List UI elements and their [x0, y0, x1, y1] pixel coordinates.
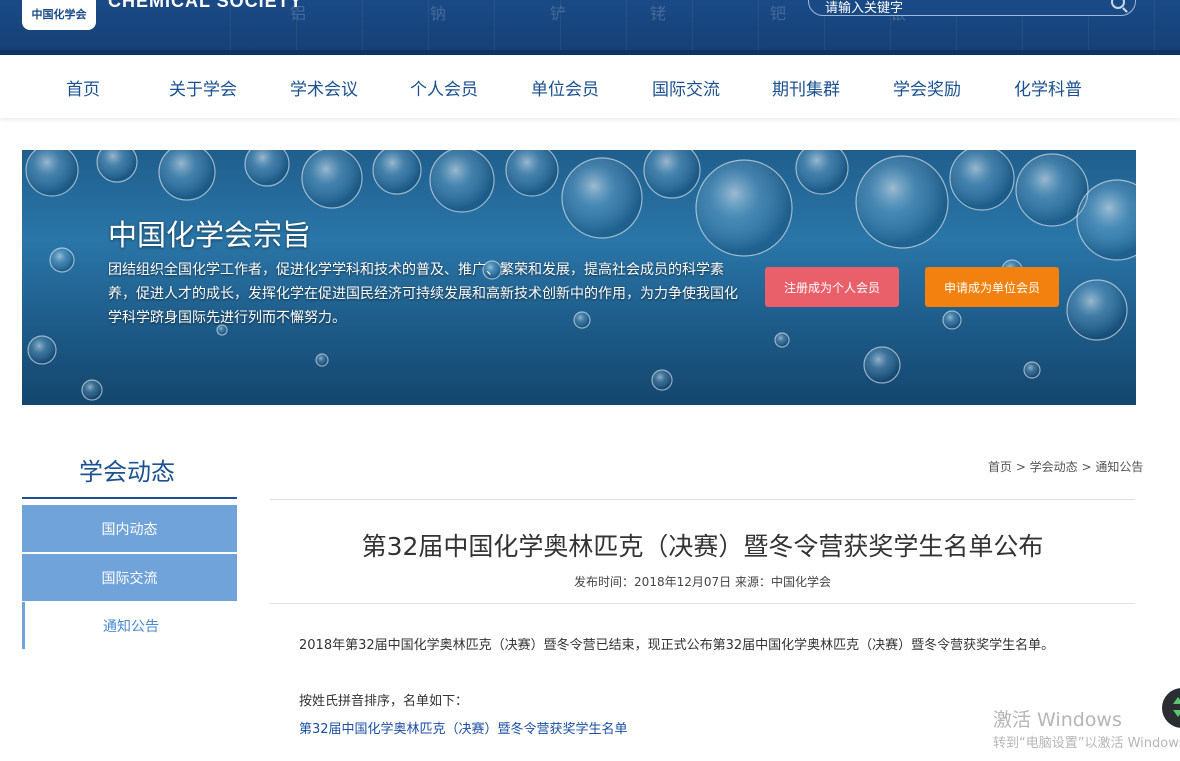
nav-item-conferences[interactable]: 学术会议 — [290, 75, 358, 100]
windows-activation-hint: 转到“电脑设置”以激活 Windows。 — [993, 736, 1180, 751]
search-input[interactable]: 请输入关键字 — [825, 0, 903, 16]
sidebar-item-domestic[interactable]: 国内动态 — [22, 505, 237, 552]
banner-title: 中国化学会宗旨 — [108, 218, 312, 252]
main-nav: 首页 关于学会 学术会议 个人会员 单位会员 国际交流 期刊集群 学会奖励 化学… — [0, 55, 1180, 118]
sidebar-item-international[interactable]: 国际交流 — [22, 554, 237, 601]
sidebar-divider — [22, 497, 237, 499]
nav-item-personal-members[interactable]: 个人会员 — [410, 75, 478, 100]
search-box[interactable]: 请输入关键字 — [808, 0, 1136, 16]
apply-unit-member-button[interactable]: 申请成为单位会员 — [925, 267, 1059, 307]
header-glyph: 钯 — [770, 4, 787, 23]
sidebar-title: 学会动态 — [79, 458, 175, 486]
header-glyph: 铑 — [650, 4, 667, 23]
nav-item-unit-members[interactable]: 单位会员 — [531, 75, 599, 100]
breadcrumb[interactable]: 首页 > 学会动态 > 通知公告 — [988, 458, 1143, 475]
register-personal-member-button[interactable]: 注册成为个人会员 — [765, 267, 899, 307]
header-glyph: 钠 — [430, 4, 447, 23]
header-glyph: 铲 — [550, 4, 567, 23]
article-paragraph: 按姓氏拼音排序，名单如下： — [299, 694, 469, 709]
logo-en-label: CHEMICAL SOCIETY — [108, 0, 303, 10]
article-divider — [270, 603, 1135, 604]
site-logo[interactable]: 中国化学会 — [22, 0, 96, 30]
scroll-arrows-icon[interactable] — [1162, 688, 1180, 728]
article-paragraph: 2018年第32届中国化学奥林匹克（决赛）暨冬令营已结束，现正式公布第32届中国… — [299, 638, 1055, 653]
logo-cn-text: 中国化学会 — [31, 8, 87, 21]
nav-item-international[interactable]: 国际交流 — [652, 75, 720, 100]
sidebar-item-notices[interactable]: 通知公告 — [22, 602, 237, 649]
article-title: 第32届中国化学奥林匹克（决赛）暨冬令营获奖学生名单公布 — [361, 532, 1044, 561]
search-icon[interactable] — [1111, 0, 1125, 9]
nav-item-home[interactable]: 首页 — [66, 75, 100, 100]
banner-description: 团结组织全国化学工作者，促进化学学科和技术的普及、推广、繁荣和发展，提高社会成员… — [108, 262, 738, 326]
winners-list-link[interactable]: 第32届中国化学奥林匹克（决赛）暨冬令营获奖学生名单 — [299, 718, 628, 737]
site-header: 铝 钠 铲 铑 钯 银 中国化学会 CHEMICAL SOCIETY 请输入关键… — [0, 0, 1180, 55]
logo-en-text: CHEMICAL SOCIETY — [108, 0, 303, 10]
nav-item-awards[interactable]: 学会奖励 — [893, 75, 961, 100]
logo-en-line: CHEMICAL SOCIETY — [108, 0, 303, 10]
nav-item-about[interactable]: 关于学会 — [169, 75, 237, 100]
hero-banner: 中国化学会宗旨 团结组织全国化学工作者，促进化学学科和技术的普及、推广、繁荣和发… — [22, 150, 1136, 405]
windows-activation-title: 激活 Windows — [993, 709, 1122, 731]
breadcrumb-divider — [270, 499, 1135, 500]
nav-item-science-popular[interactable]: 化学科普 — [1014, 75, 1082, 100]
article-meta: 发布时间：2018年12月07日 来源：中国化学会 — [574, 575, 831, 589]
nav-item-journals[interactable]: 期刊集群 — [772, 75, 840, 100]
